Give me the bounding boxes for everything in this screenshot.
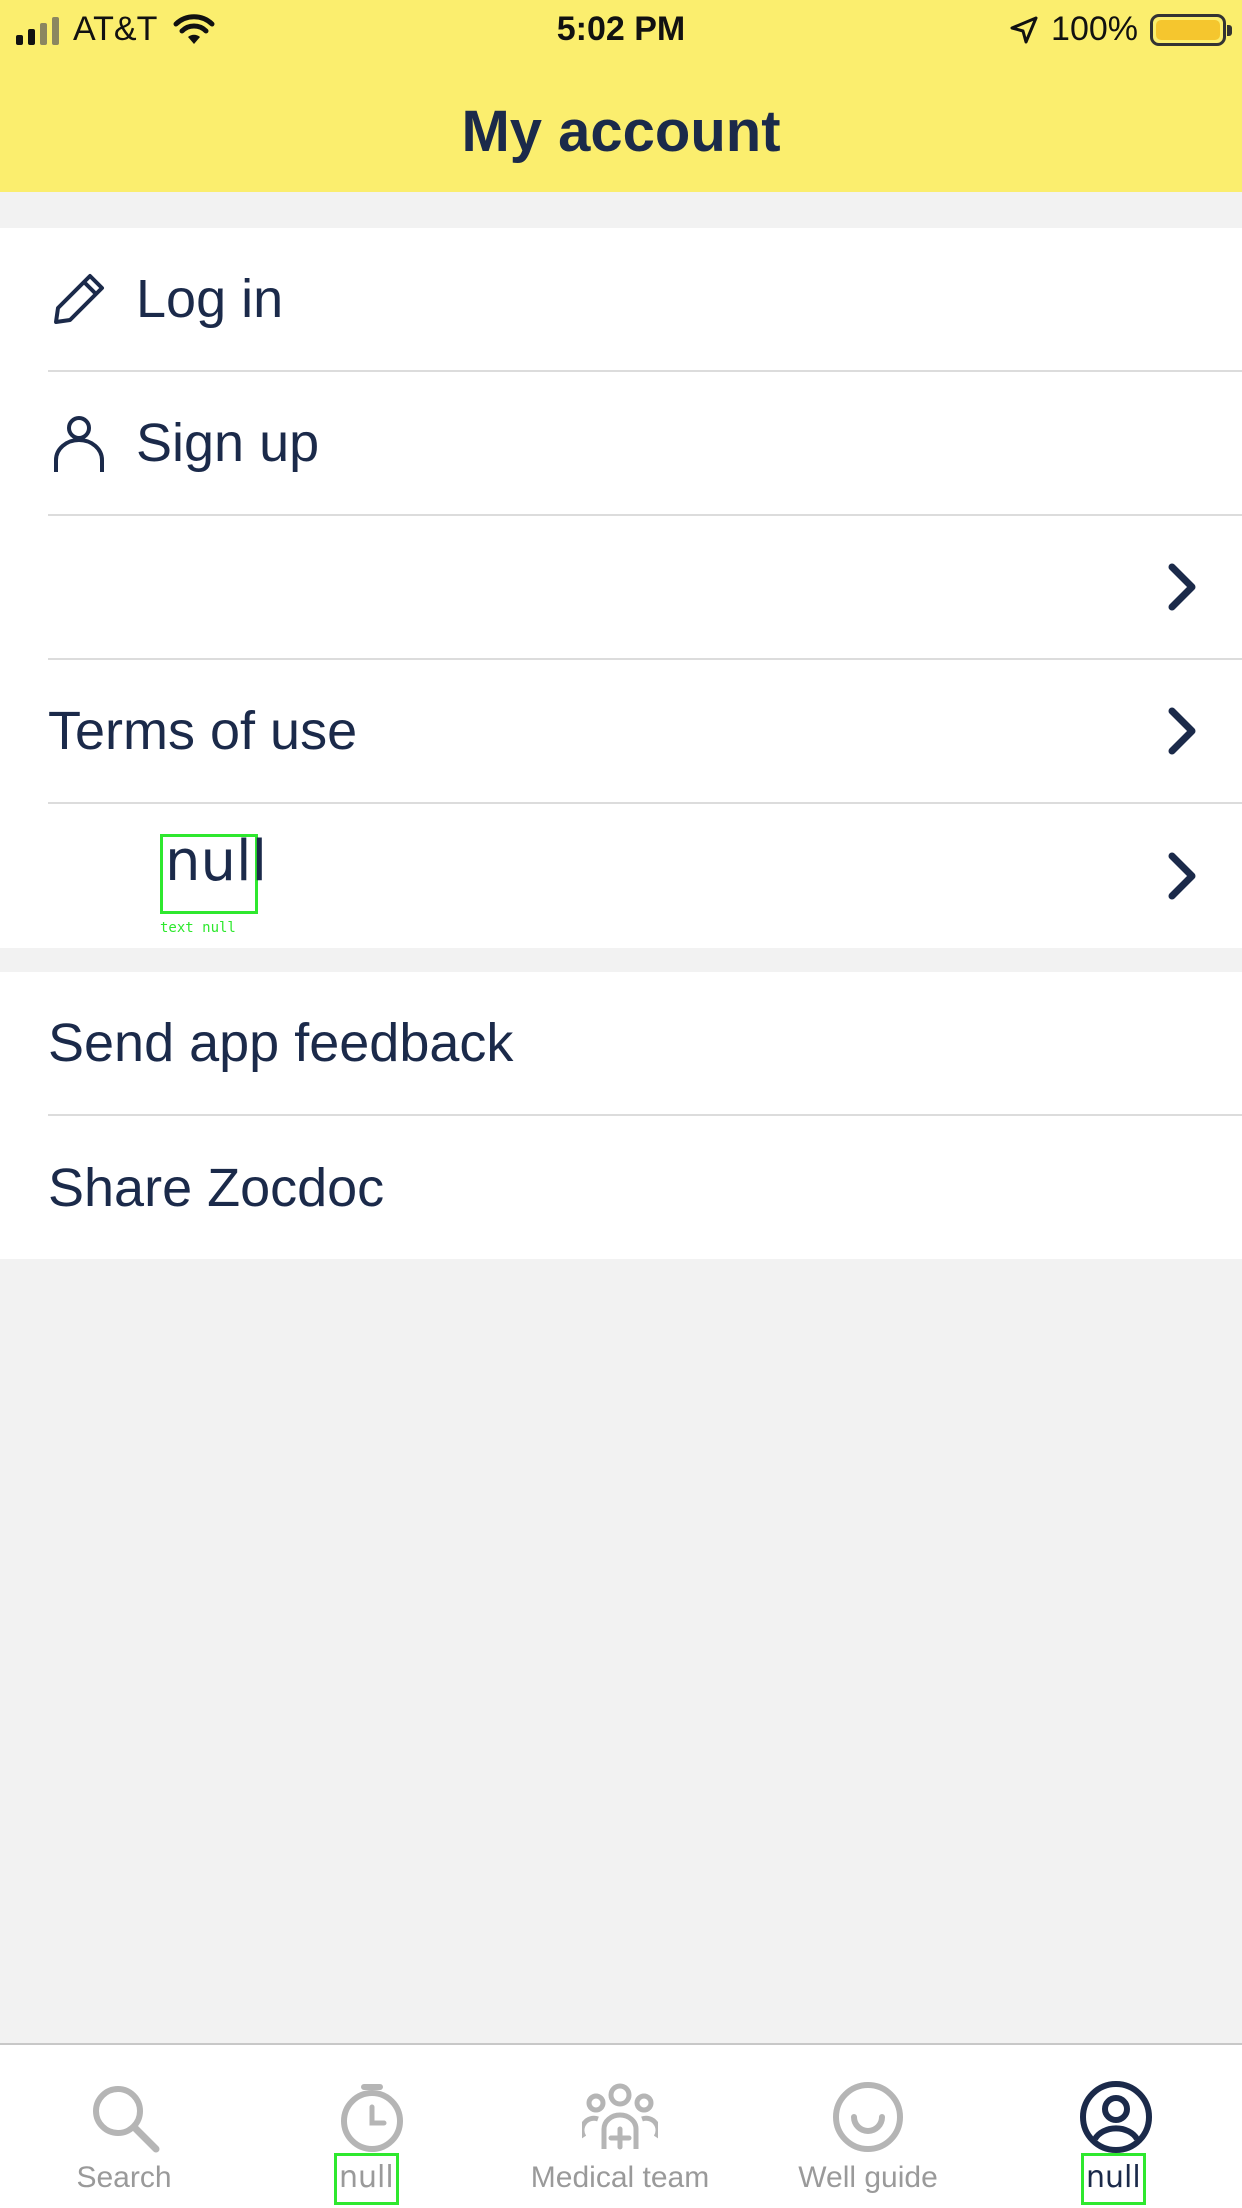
tab-account[interactable]: null: [992, 2045, 1240, 2208]
tab-medical-team[interactable]: Medical team: [496, 2045, 744, 2208]
person-icon: [54, 416, 104, 472]
pencil-icon: [54, 274, 104, 324]
tab-well-guide-label: Well guide: [798, 2161, 938, 2194]
tab-search-label: Search: [76, 2161, 172, 2194]
status-bar: AT&T 5:02 PM 100%: [0, 0, 1242, 62]
account-icon: [1080, 2081, 1152, 2153]
clock-icon: [341, 2084, 403, 2152]
chevron-right-icon: [1168, 563, 1196, 611]
signup-row[interactable]: Sign up: [48, 372, 1242, 516]
medical-team-icon: [582, 2083, 658, 2150]
terms-row[interactable]: Terms of use: [48, 660, 1242, 804]
search-icon: [93, 2086, 160, 2153]
login-row[interactable]: Log in: [48, 228, 1242, 372]
smile-icon: [833, 2082, 903, 2152]
null-row[interactable]: null text null: [48, 804, 1242, 948]
signup-label: Sign up: [136, 413, 320, 473]
header: AT&T 5:02 PM 100% My account: [0, 0, 1242, 192]
tab-bar: Search null Medical team Well guide null: [0, 2043, 1242, 2208]
overlay-caption: text null: [160, 920, 236, 936]
battery-icon: [1150, 13, 1232, 46]
tab-well-guide[interactable]: Well guide: [744, 2045, 992, 2208]
tab-search[interactable]: Search: [0, 2045, 248, 2208]
location-arrow-icon: [1010, 16, 1038, 43]
login-label: Log in: [136, 269, 284, 329]
chevron-right-icon: [1168, 852, 1196, 900]
battery-percent: 100%: [1051, 10, 1138, 48]
null-text-box: null: [160, 829, 267, 914]
status-right: 100%: [1009, 10, 1232, 49]
page-title: My account: [461, 99, 781, 164]
null-row-label: null: [165, 829, 268, 894]
share-label: Share Zocdoc: [48, 1158, 385, 1218]
terms-label: Terms of use: [48, 701, 358, 761]
tab-null-1[interactable]: null: [248, 2045, 496, 2208]
blank-row[interactable]: [48, 516, 1242, 660]
tab-account-label: null: [1081, 2153, 1146, 2205]
app-menu: Send app feedback Share Zocdoc: [0, 972, 1242, 1259]
send-feedback-label: Send app feedback: [48, 1013, 514, 1073]
tab-null-1-label: null: [334, 2153, 399, 2205]
send-feedback-row[interactable]: Send app feedback: [48, 972, 1242, 1116]
chevron-right-icon: [1168, 707, 1196, 755]
account-menu: Log in Sign up Terms of use null text nu…: [0, 228, 1242, 948]
tab-medical-team-label: Medical team: [530, 2161, 710, 2194]
share-row[interactable]: Share Zocdoc: [48, 1116, 1242, 1260]
